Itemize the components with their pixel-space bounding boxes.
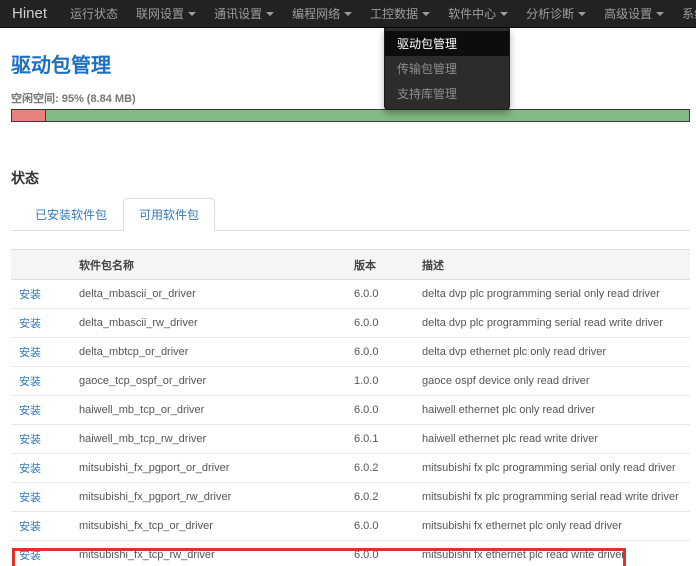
- chevron-down-icon: [188, 12, 196, 16]
- menu-item-advanced-settings[interactable]: 高级设置: [595, 0, 673, 27]
- package-name: delta_mbtcp_or_driver: [71, 338, 346, 367]
- install-link[interactable]: 安装: [19, 434, 41, 446]
- package-version: 6.0.1: [346, 425, 414, 454]
- storage-progress-bar: [11, 109, 690, 122]
- chevron-down-icon: [266, 12, 274, 16]
- chevron-down-icon: [422, 12, 430, 16]
- install-link[interactable]: 安装: [19, 463, 41, 475]
- install-link[interactable]: 安装: [19, 347, 41, 359]
- table-row: 安装 delta_mbtcp_or_driver 6.0.0 delta dvp…: [11, 338, 690, 367]
- top-navbar: Hinet 运行状态 联网设置 通讯设置 编程网络 工控数据 软件中心 分析诊断…: [0, 0, 696, 28]
- storage-free-segment: [46, 110, 689, 121]
- table-row: 安装 haiwell_mb_tcp_or_driver 6.0.0 haiwel…: [11, 396, 690, 425]
- chevron-down-icon: [500, 12, 508, 16]
- package-name: haiwell_mb_tcp_rw_driver: [71, 425, 346, 454]
- table-row: 安装 mitsubishi_fx_pgport_rw_driver 6.0.2 …: [11, 483, 690, 512]
- status-heading: 状态: [11, 168, 690, 188]
- package-description: mitsubishi fx ethernet plc read write dr…: [414, 541, 690, 566]
- package-table-wrap: 软件包名称 版本 描述 安装 delta_mbascii_or_driver 6…: [11, 249, 690, 566]
- package-description: mitsubishi fx plc programming serial rea…: [414, 483, 690, 512]
- table-row: 安装 delta_mbascii_or_driver 6.0.0 delta d…: [11, 280, 690, 309]
- storage-used-segment: [12, 110, 46, 121]
- package-name: mitsubishi_fx_tcp_or_driver: [71, 512, 346, 541]
- menu-item-analysis-diagnosis[interactable]: 分析诊断: [517, 0, 595, 27]
- menu-item-industrial-data[interactable]: 工控数据: [361, 0, 439, 27]
- page-content: 驱动包管理 空闲空间: 95% (8.84 MB) 状态 已安装软件包 可用软件…: [0, 49, 696, 566]
- menu-item-system-settings[interactable]: 系统设置: [673, 0, 696, 27]
- package-description: delta dvp plc programming serial only re…: [414, 280, 690, 309]
- install-link[interactable]: 安装: [19, 376, 41, 388]
- menu-item-network-settings[interactable]: 联网设置: [127, 0, 205, 27]
- package-version: 1.0.0: [346, 367, 414, 396]
- package-tabs: 已安装软件包 可用软件包: [11, 198, 690, 231]
- col-header-description: 描述: [414, 250, 690, 280]
- package-version: 6.0.0: [346, 541, 414, 566]
- col-header-action: [11, 250, 71, 280]
- package-description: mitsubishi fx plc programming serial onl…: [414, 454, 690, 483]
- package-name: mitsubishi_fx_pgport_rw_driver: [71, 483, 346, 512]
- package-version: 6.0.2: [346, 454, 414, 483]
- table-header-row: 软件包名称 版本 描述: [11, 250, 690, 280]
- package-version: 6.0.0: [346, 338, 414, 367]
- install-link[interactable]: 安装: [19, 492, 41, 504]
- table-row: 安装 delta_mbascii_rw_driver 6.0.0 delta d…: [11, 309, 690, 338]
- menu-item-programming-network[interactable]: 编程网络: [283, 0, 361, 27]
- chevron-down-icon: [344, 12, 352, 16]
- install-link[interactable]: 安装: [19, 289, 41, 301]
- free-space-value: 95% (8.84 MB): [62, 93, 136, 105]
- software-center-dropdown: 驱动包管理 传输包管理 支持库管理: [384, 28, 510, 110]
- package-name: delta_mbascii_rw_driver: [71, 309, 346, 338]
- dropdown-item-driver-package-mgmt[interactable]: 驱动包管理: [385, 31, 509, 56]
- menu-item-software-center[interactable]: 软件中心: [439, 0, 517, 27]
- package-table: 软件包名称 版本 描述 安装 delta_mbascii_or_driver 6…: [11, 249, 690, 566]
- package-description: delta dvp plc programming serial read wr…: [414, 309, 690, 338]
- col-header-name: 软件包名称: [71, 250, 346, 280]
- table-row: 安装 mitsubishi_fx_tcp_or_driver 6.0.0 mit…: [11, 512, 690, 541]
- main-menu: 运行状态 联网设置 通讯设置 编程网络 工控数据 软件中心 分析诊断 高级设置 …: [61, 0, 696, 27]
- package-version: 6.0.0: [346, 309, 414, 338]
- install-link[interactable]: 安装: [19, 318, 41, 330]
- table-row: 安装 mitsubishi_fx_pgport_or_driver 6.0.2 …: [11, 454, 690, 483]
- chevron-down-icon: [578, 12, 586, 16]
- package-description: gaoce ospf device only read driver: [414, 367, 690, 396]
- package-name: haiwell_mb_tcp_or_driver: [71, 396, 346, 425]
- tab-available-packages[interactable]: 可用软件包: [123, 198, 215, 231]
- package-name: mitsubishi_fx_pgport_or_driver: [71, 454, 346, 483]
- install-link[interactable]: 安装: [19, 550, 41, 562]
- col-header-version: 版本: [346, 250, 414, 280]
- install-link[interactable]: 安装: [19, 405, 41, 417]
- table-row: 安装 mitsubishi_fx_tcp_rw_driver 6.0.0 mit…: [11, 541, 690, 566]
- package-version: 6.0.0: [346, 280, 414, 309]
- package-description: delta dvp ethernet plc only read driver: [414, 338, 690, 367]
- dropdown-item-support-library-mgmt[interactable]: 支持库管理: [385, 81, 509, 106]
- package-description: haiwell ethernet plc only read driver: [414, 396, 690, 425]
- package-description: haiwell ethernet plc read write driver: [414, 425, 690, 454]
- free-space-label: 空闲空间: 95% (8.84 MB): [11, 90, 690, 106]
- install-link[interactable]: 安装: [19, 521, 41, 533]
- package-name: mitsubishi_fx_tcp_rw_driver: [71, 541, 346, 566]
- chevron-down-icon: [656, 12, 664, 16]
- package-name: delta_mbascii_or_driver: [71, 280, 346, 309]
- dropdown-item-transfer-package-mgmt[interactable]: 传输包管理: [385, 56, 509, 81]
- brand-logo[interactable]: Hinet: [0, 5, 61, 22]
- free-space-caption: 空闲空间: [11, 93, 55, 105]
- package-description: mitsubishi fx ethernet plc only read dri…: [414, 512, 690, 541]
- package-version: 6.0.2: [346, 483, 414, 512]
- tab-installed-packages[interactable]: 已安装软件包: [19, 198, 123, 231]
- package-version: 6.0.0: [346, 512, 414, 541]
- table-row: 安装 gaoce_tcp_ospf_or_driver 1.0.0 gaoce …: [11, 367, 690, 396]
- menu-item-comm-settings[interactable]: 通讯设置: [205, 0, 283, 27]
- package-name: gaoce_tcp_ospf_or_driver: [71, 367, 346, 396]
- package-version: 6.0.0: [346, 396, 414, 425]
- table-row: 安装 haiwell_mb_tcp_rw_driver 6.0.1 haiwel…: [11, 425, 690, 454]
- page-title: 驱动包管理: [11, 49, 690, 78]
- menu-item-run-status[interactable]: 运行状态: [61, 0, 127, 27]
